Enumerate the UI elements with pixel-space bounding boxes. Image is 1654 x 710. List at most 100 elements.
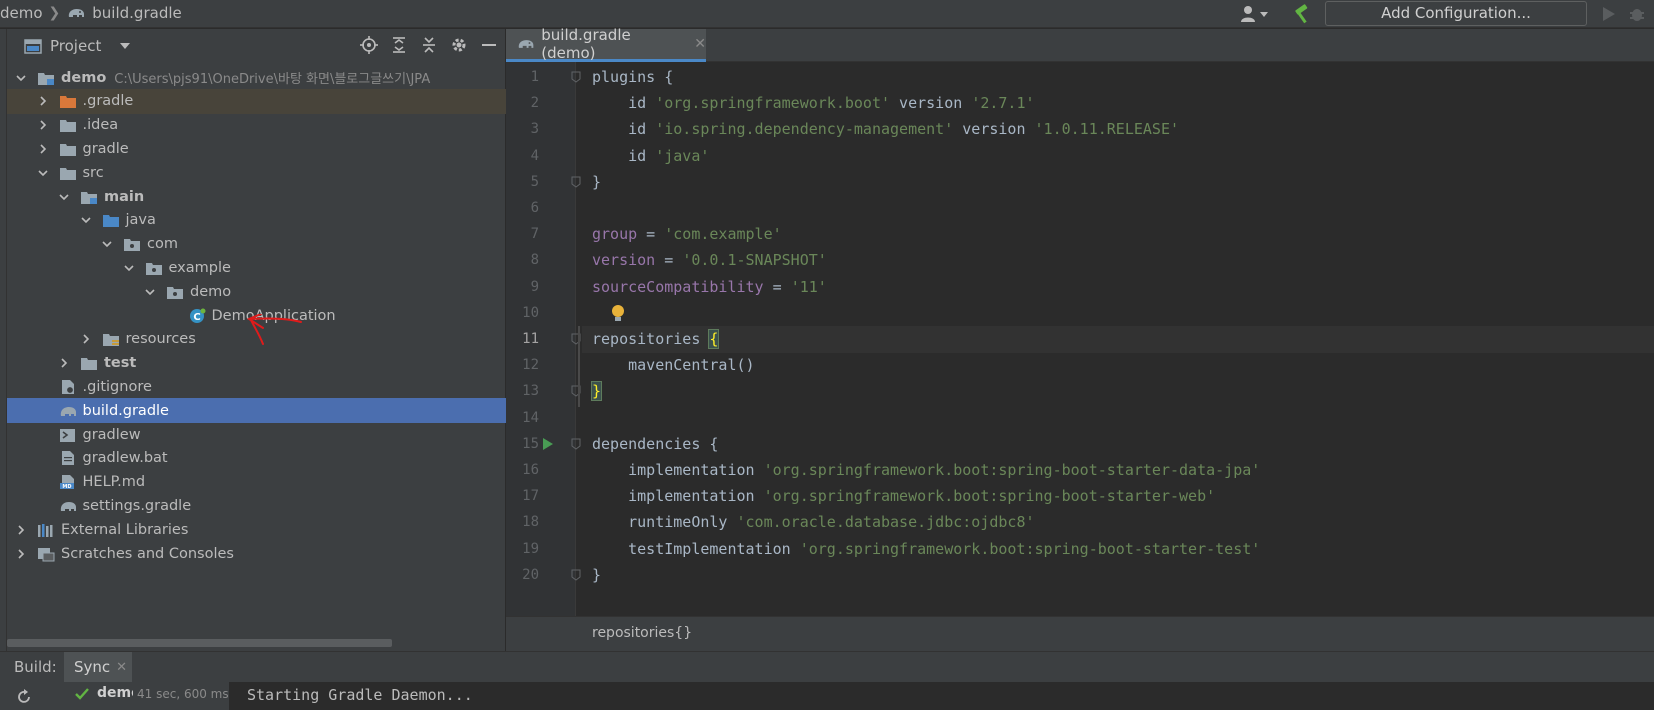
tree-item[interactable]: MD HELP.md (7, 470, 506, 495)
code-line[interactable]: } (592, 169, 601, 196)
locate-file-icon[interactable] (360, 36, 378, 54)
code-area[interactable]: plugins { id 'org.springframework.boot' … (578, 62, 1654, 616)
close-icon[interactable]: ✕ (694, 36, 706, 52)
tree-item-label: resources (125, 331, 196, 348)
close-icon[interactable]: ✕ (116, 660, 127, 675)
tab-sync[interactable]: Sync ✕ (64, 652, 132, 682)
tree-item-label: External Libraries (61, 521, 189, 538)
reload-icon[interactable] (16, 689, 32, 705)
chevron-right-icon[interactable] (58, 357, 70, 369)
tree-item[interactable]: build.gradle (7, 398, 506, 424)
code-line[interactable]: } (590, 378, 603, 405)
user-dropdown-icon[interactable] (1240, 5, 1270, 23)
fold-marker-icon[interactable] (571, 176, 581, 188)
code-line[interactable]: plugins { (592, 64, 673, 91)
chevron-down-icon[interactable] (123, 262, 135, 274)
tree-item-path: C:\Users\pjs91\OneDrive\바탕 화면\블로그글쓰기\JPA (114, 72, 431, 87)
editor-tab-build-gradle[interactable]: build.gradle (demo) ✕ (506, 26, 706, 62)
hide-panel-icon[interactable] (480, 36, 498, 54)
chevron-right-icon[interactable] (37, 95, 49, 107)
editor-gutter: 1 2 3 4 5 6 7 8 9 10 11 12 13 14 15 16 17 18 19 20 (506, 62, 581, 616)
build-hammer-icon[interactable] (1292, 4, 1314, 24)
build-task-name[interactable]: demo (97, 685, 133, 701)
editor: build.gradle (demo) ✕ 1 2 3 4 5 6 7 8 9 10 11 12 13 1… (506, 26, 1654, 651)
horizontal-scrollbar[interactable] (7, 639, 392, 647)
code-line[interactable]: implementation 'org.springframework.boot… (592, 483, 1215, 510)
line-number: 5 (530, 173, 539, 190)
code-token: mavenCentral() (592, 356, 755, 375)
code-line[interactable]: dependencies { (592, 431, 718, 458)
tree-item[interactable]: gradlew.bat (7, 446, 506, 471)
code-token: 'com.oracle.database.jdbc:ojdbc8' (736, 513, 1035, 532)
tree-item[interactable]: main (7, 184, 506, 209)
gear-icon[interactable] (450, 36, 468, 54)
code-line[interactable]: runtimeOnly 'com.oracle.database.jdbc:oj… (592, 509, 1035, 536)
project-view-selector[interactable]: Project (24, 37, 131, 55)
fold-marker-icon[interactable] (571, 71, 581, 83)
chevron-down-icon[interactable] (101, 238, 113, 250)
tree-item[interactable]: java (7, 208, 506, 233)
expand-all-icon[interactable] (390, 36, 408, 54)
debug-icon[interactable] (1628, 5, 1646, 23)
code-line[interactable]: id 'io.spring.dependency-management' ver… (592, 116, 1179, 143)
code-line[interactable]: testImplementation 'org.springframework.… (592, 536, 1260, 563)
chevron-down-icon[interactable] (58, 191, 70, 203)
tree-item[interactable]: demo C:\Users\pjs91\OneDrive\바탕 화면\블로그글쓰기… (7, 65, 506, 90)
chevron-down-icon[interactable] (37, 167, 49, 179)
chevron-right-icon[interactable] (15, 524, 27, 536)
code-line[interactable]: id 'java' (592, 143, 709, 170)
code-line[interactable]: group = 'com.example' (592, 221, 782, 248)
code-token: sourceCompatibility (592, 277, 764, 296)
intention-bulb-icon[interactable] (610, 304, 626, 324)
chevron-right-icon[interactable] (80, 333, 92, 345)
run-icon[interactable] (1602, 6, 1616, 22)
tree-item[interactable]: gradle (7, 136, 506, 161)
code-token: 'org.springframework.boot:spring-boot-st… (763, 461, 1261, 479)
current-line-highlight (582, 326, 1654, 353)
tree-item[interactable]: C DemoApplication (7, 303, 506, 328)
code-line[interactable]: sourceCompatibility = '11' (592, 274, 827, 301)
code-token: plugins { (592, 68, 674, 86)
tree-item[interactable]: com (7, 232, 506, 257)
line-number: 16 (522, 462, 539, 478)
code-token: id (592, 120, 656, 139)
code-line[interactable]: repositories { (592, 326, 720, 353)
chevron-down-icon[interactable] (15, 72, 27, 84)
chevron-right-icon: ❯ (48, 5, 61, 21)
code-line[interactable]: version = '0.0.1-SNAPSHOT' (592, 247, 827, 274)
line-number: 18 (522, 514, 539, 531)
folder-icon (81, 358, 97, 371)
chevron-right-icon[interactable] (37, 143, 49, 155)
tree-item[interactable]: settings.gradle (7, 493, 506, 518)
chevron-down-icon[interactable] (144, 286, 156, 298)
tree-item[interactable]: .idea (7, 113, 506, 138)
line-number: 10 (522, 304, 539, 321)
code-line[interactable]: mavenCentral() (592, 352, 755, 379)
tree-item[interactable]: test (7, 351, 506, 376)
code-line[interactable]: } (592, 562, 601, 589)
code-line[interactable]: id 'org.springframework.boot' version '2… (592, 90, 1034, 117)
tree-item[interactable]: resources (7, 327, 506, 352)
collapse-all-icon[interactable] (420, 36, 438, 54)
tree-item[interactable]: example (7, 255, 506, 280)
tree-item[interactable]: src (7, 160, 506, 185)
tree-item[interactable]: .gradle (7, 88, 506, 114)
run-gutter-icon[interactable] (542, 437, 554, 451)
tree-item[interactable]: demo (7, 279, 506, 304)
chevron-right-icon[interactable] (37, 119, 49, 131)
tree-item[interactable]: .gitignore (7, 374, 506, 399)
navigation-bar: demo ❯ build.gradle Add Configuration... (0, 0, 1654, 28)
breadcrumb-file[interactable]: build.gradle (92, 4, 181, 22)
chevron-down-icon[interactable] (80, 214, 92, 226)
fold-marker-icon[interactable] (571, 569, 581, 581)
scratches-icon (38, 547, 55, 561)
fold-marker-icon[interactable] (571, 438, 581, 450)
add-configuration-button[interactable]: Add Configuration... (1325, 1, 1587, 26)
tree-item[interactable]: Scratches and Consoles (7, 541, 506, 566)
tree-item[interactable]: gradlew (7, 422, 506, 447)
chevron-right-icon[interactable] (15, 548, 27, 560)
breadcrumb-project[interactable]: demo (0, 4, 43, 22)
code-line[interactable]: implementation 'org.springframework.boot… (592, 457, 1260, 484)
tree-item[interactable]: External Libraries (7, 517, 506, 542)
structure-breadcrumb[interactable]: repositories{} (592, 625, 692, 641)
